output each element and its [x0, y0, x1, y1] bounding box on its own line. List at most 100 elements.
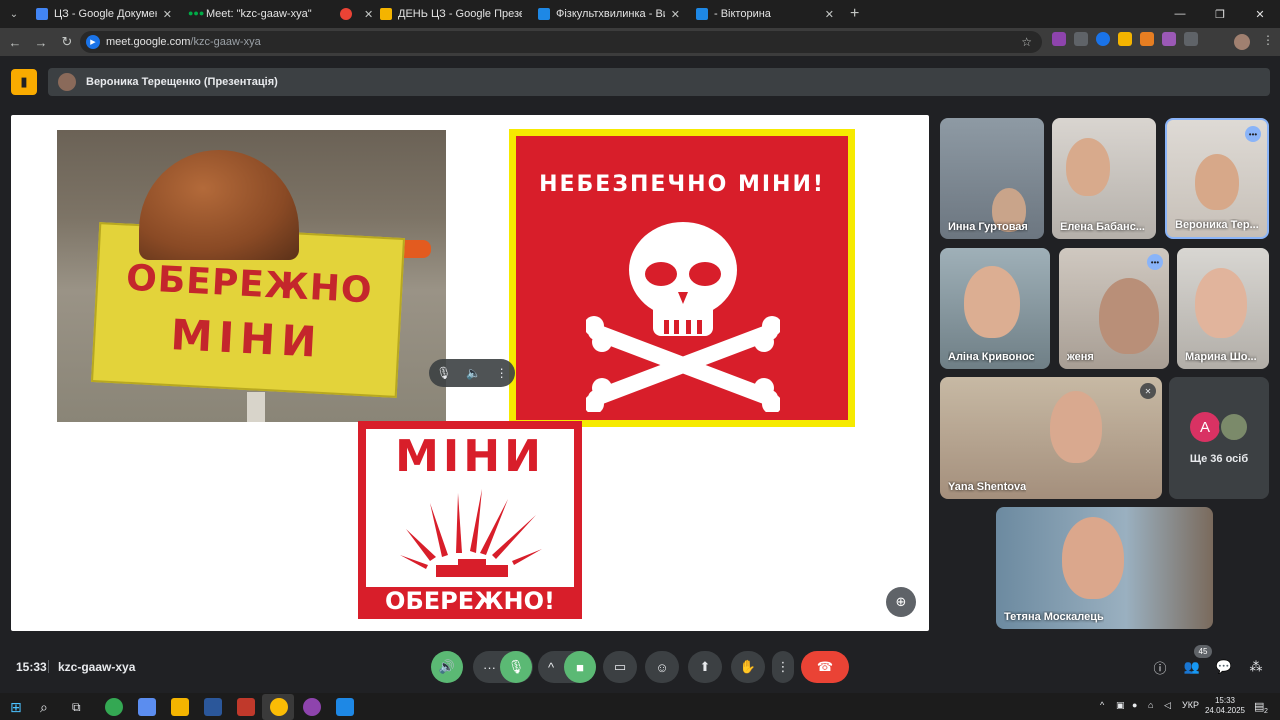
chrome-icon[interactable]: [105, 698, 123, 716]
network-icon[interactable]: ⌂: [1148, 700, 1153, 710]
raise-hand-button[interactable]: ✋: [731, 651, 765, 683]
mines-caution-sign: МІНИ ОБЕРЕЖНО!: [358, 421, 582, 619]
tab-docs[interactable]: ЦЗ - Google Документи ✕: [28, 0, 180, 28]
address-bar: ← → ↻ ▶ meet.google.com/kzc-gaaw-xya ☆ ⋮: [0, 28, 1280, 56]
bookmark-star-icon[interactable]: ☆: [1021, 35, 1032, 49]
extension-icon[interactable]: [1140, 32, 1154, 46]
tab-slides[interactable]: ДЕНЬ ЦЗ - Google Презентації: [372, 0, 530, 28]
participant-tile[interactable]: Тетяна Москалець: [996, 507, 1213, 629]
notifications-icon[interactable]: ▤: [1254, 700, 1264, 713]
minimize-icon[interactable]: —: [1160, 0, 1200, 28]
meet-presentation-icon[interactable]: ▮: [11, 69, 37, 95]
people-icon[interactable]: 👥: [1181, 656, 1203, 678]
participant-tile[interactable]: Аліна Кривонос: [940, 248, 1050, 369]
close-window-icon[interactable]: ✕: [1240, 0, 1280, 28]
browser-tab-bar: ⌄ ЦЗ - Google Документи ✕ ●●● Meet: "kzc…: [0, 0, 1280, 28]
mic-off-icon[interactable]: 🎙: [436, 366, 451, 380]
activities-icon[interactable]: ⁂: [1245, 656, 1267, 678]
chat-icon[interactable]: 💬: [1213, 656, 1235, 678]
new-tab-button[interactable]: +: [850, 5, 859, 23]
speaking-indicator-icon: •••: [1245, 126, 1261, 142]
back-icon[interactable]: ←: [2, 35, 28, 50]
mic-button[interactable]: 🎙: [500, 651, 532, 683]
participant-tile[interactable]: ✕ Yana Shentova: [940, 377, 1162, 499]
presentation-audio-controls: 🎙 🔈 ⋮: [429, 359, 515, 387]
zoom-in-button[interactable]: ⊕: [886, 587, 916, 617]
emoji-icon: ☺: [655, 659, 669, 675]
participant-face: [1099, 278, 1159, 354]
wordwall-icon: [538, 8, 550, 20]
presentation-slide: ОБЕРЕЖНО МІНИ НЕБЕЗПЕЧНО МІНИ! МІНИ ОБЕР…: [11, 115, 929, 631]
close-icon[interactable]: ✕: [163, 8, 172, 21]
browser-menu-icon[interactable]: ⋮: [1262, 33, 1274, 47]
more-horizontal-icon: ···: [483, 659, 496, 675]
app-icon[interactable]: [336, 698, 354, 716]
camera-button[interactable]: ■: [564, 651, 596, 683]
mine-explosion-icon: [400, 489, 542, 577]
tab-fizkult[interactable]: Фізкультхвилинка - Випадкове ✕: [530, 0, 688, 28]
extension-icon[interactable]: [1052, 32, 1066, 46]
more-participants-tile[interactable]: A Ще 36 осіб: [1169, 377, 1269, 499]
close-icon[interactable]: ✕: [825, 8, 834, 21]
windows-start-icon[interactable]: ⊞: [10, 698, 28, 716]
meeting-code: kzc-gaaw-xya: [58, 660, 136, 674]
participant-face: [1066, 138, 1110, 196]
presenter-banner: Вероника Терещенко (Презентація): [48, 68, 1270, 96]
divider: [48, 660, 49, 673]
tray-icon[interactable]: ▣: [1116, 700, 1125, 711]
extension-icon[interactable]: [1118, 32, 1132, 46]
profile-avatar[interactable]: [1234, 34, 1250, 50]
app-icon[interactable]: [138, 698, 156, 716]
present-button[interactable]: ⬆: [688, 651, 722, 683]
danger-mines-sign: НЕБЕЗПЕЧНО МІНИ!: [509, 129, 855, 427]
reactions-button[interactable]: ☺: [645, 651, 679, 683]
tab-quiz[interactable]: - Вікторина ✕: [688, 0, 842, 28]
participant-count-badge: 45: [1194, 645, 1212, 658]
file-explorer-icon[interactable]: [171, 698, 189, 716]
word-icon[interactable]: [204, 698, 222, 716]
tab-search-icon[interactable]: ⌄: [0, 0, 28, 28]
forward-icon[interactable]: →: [28, 35, 54, 50]
puzzle-icon[interactable]: [1184, 32, 1198, 46]
extension-icon[interactable]: [1162, 32, 1176, 46]
participant-tile[interactable]: ••• женя: [1059, 248, 1169, 369]
speaker-button[interactable]: 🔊: [431, 651, 463, 683]
viber-icon[interactable]: [303, 698, 321, 716]
extension-icon[interactable]: [1074, 32, 1088, 46]
task-view-icon[interactable]: ⧉: [72, 698, 90, 716]
reload-icon[interactable]: ↻: [54, 34, 80, 50]
extensions: [1052, 32, 1198, 46]
extension-icon[interactable]: [1096, 32, 1110, 46]
participant-tile[interactable]: Марина Шо...: [1177, 248, 1269, 369]
chrome-icon[interactable]: [270, 698, 288, 716]
volume-icon[interactable]: 🔈: [466, 366, 481, 380]
app-icon[interactable]: [237, 698, 255, 716]
restore-icon[interactable]: ❐: [1200, 0, 1240, 28]
meeting-info-icon[interactable]: ⓘ: [1149, 656, 1171, 678]
slides-icon: [380, 8, 392, 20]
search-icon[interactable]: ⌕: [40, 698, 58, 716]
system-clock[interactable]: 15:33 24.04.2025: [1202, 696, 1248, 716]
participant-tile[interactable]: Елена Бабанс...: [1052, 118, 1156, 239]
notification-count: 2: [1264, 708, 1268, 715]
window-controls: — ❐ ✕: [1160, 0, 1280, 28]
participant-face: [1062, 517, 1124, 599]
volume-tray-icon[interactable]: ◁: [1164, 700, 1171, 711]
microphone-tray-icon[interactable]: ●: [1132, 700, 1137, 710]
more-options-icon[interactable]: ⋮: [496, 366, 508, 380]
mic-off-icon: ✕: [1140, 383, 1156, 399]
tab-recording[interactable]: ✕: [332, 0, 373, 28]
participant-tile[interactable]: Инна Гуртовая: [940, 118, 1044, 239]
url-input[interactable]: ▶ meet.google.com/kzc-gaaw-xya ☆: [80, 31, 1042, 53]
tray-chevron-icon[interactable]: ^: [1100, 700, 1104, 710]
record-icon: [340, 8, 352, 20]
participant-tile[interactable]: ••• Вероника Тер...: [1165, 118, 1269, 239]
captions-button[interactable]: ▭: [603, 651, 637, 683]
photo-helmet-sign: ОБЕРЕЖНО МІНИ: [57, 130, 446, 422]
speaking-indicator-icon: •••: [1147, 254, 1163, 270]
more-options-button[interactable]: ⋮: [772, 651, 794, 683]
leave-call-button[interactable]: ☎: [801, 651, 849, 683]
language-indicator[interactable]: УКР: [1182, 700, 1199, 710]
tab-meet[interactable]: ●●● Meet: "kzc-gaaw-xya": [180, 0, 332, 28]
close-icon[interactable]: ✕: [671, 8, 680, 21]
